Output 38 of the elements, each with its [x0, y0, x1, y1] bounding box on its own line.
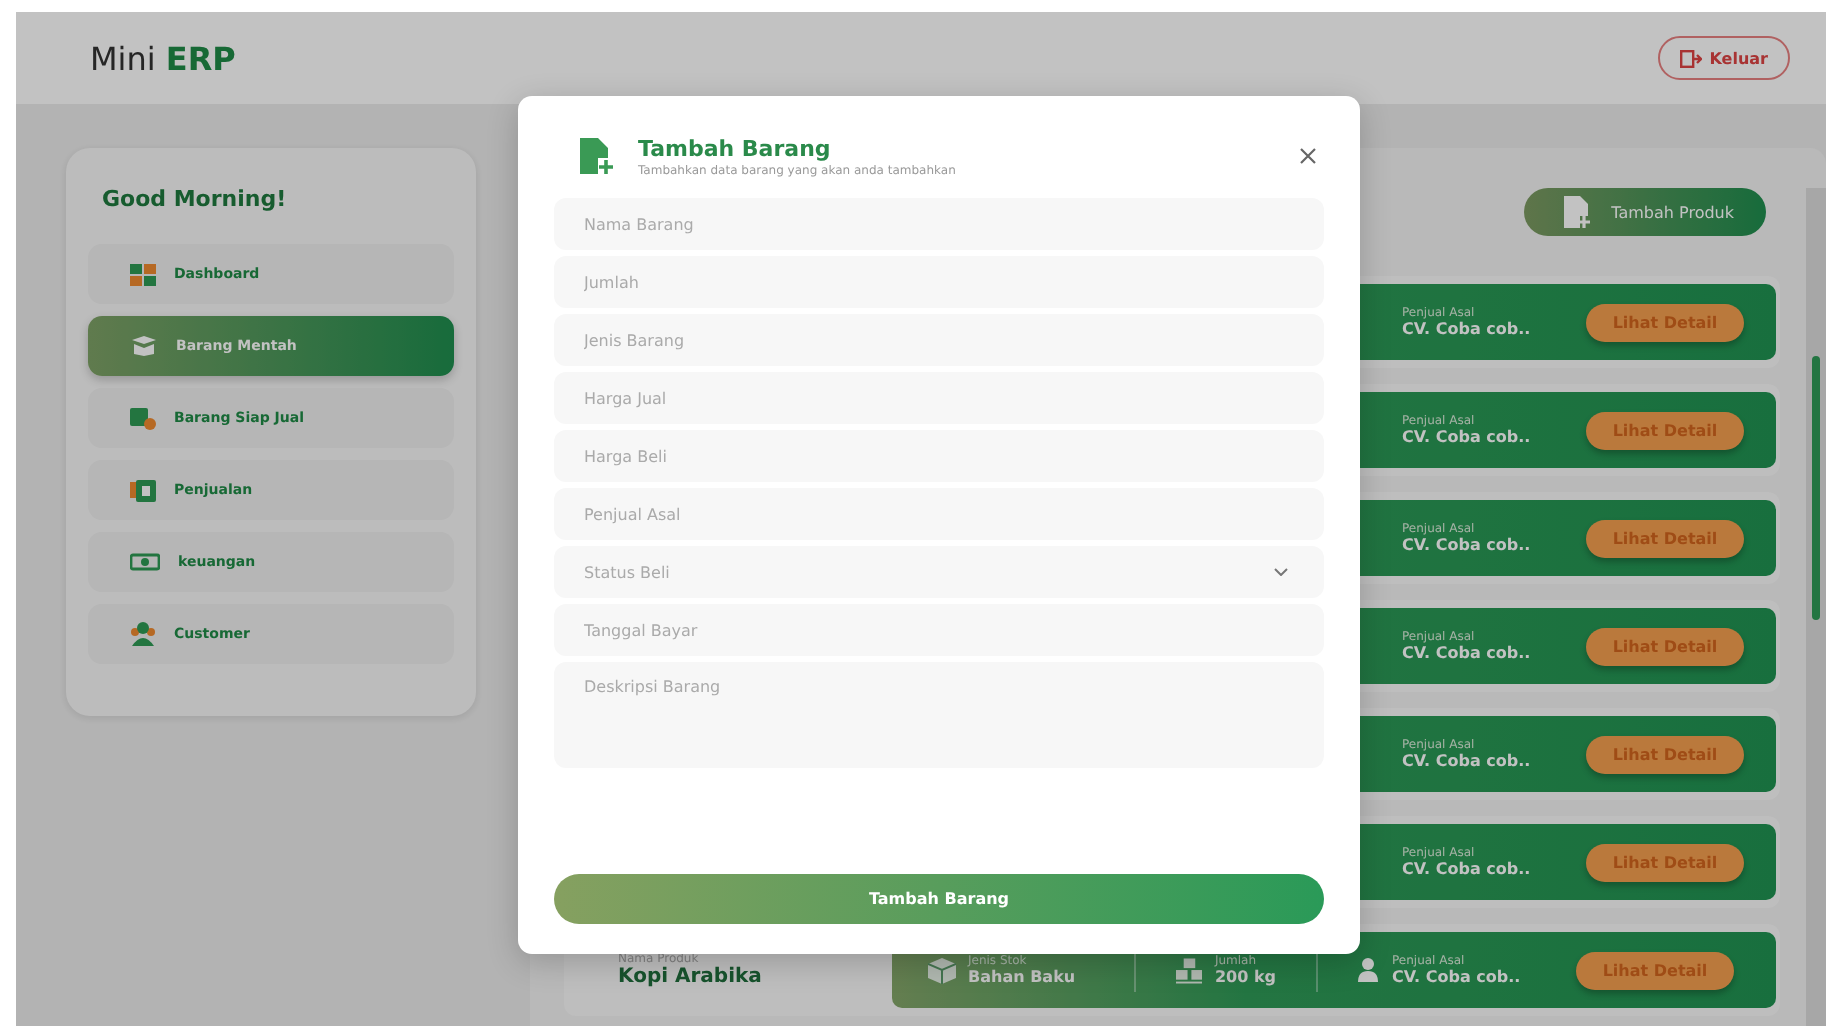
seller-value: CV. Coba cob..	[1402, 428, 1531, 446]
person-icon	[1358, 958, 1378, 982]
receipt-icon	[130, 479, 156, 501]
seller-value: CV. Coba cob..	[1402, 536, 1531, 554]
stock-type-value: Bahan Baku	[968, 968, 1076, 986]
dashboard-icon	[130, 263, 156, 285]
input-field[interactable]: Harga Beli	[554, 430, 1324, 482]
box-icon	[928, 957, 956, 983]
seller-value: CV. Coba cob..	[1402, 860, 1531, 878]
chevron-down-icon	[1274, 568, 1288, 576]
input-field[interactable]: Nama Barang	[554, 198, 1324, 250]
seller-value: CV. Coba cob..	[1392, 968, 1521, 986]
product-name: Kopi Arabika	[618, 966, 764, 988]
box-icon	[130, 336, 158, 356]
quantity-value: 200 kg	[1214, 968, 1276, 986]
dialog-title: Tambah Barang	[638, 135, 833, 161]
seller-value: CV. Coba cob..	[1402, 644, 1531, 662]
box-icon	[130, 406, 156, 430]
boxes-icon	[1176, 957, 1203, 983]
seller-value: CV. Coba cob..	[1402, 320, 1531, 338]
scrollbar[interactable]	[1806, 188, 1826, 1026]
user-group-icon	[130, 622, 156, 646]
close-icon[interactable]	[1300, 148, 1316, 164]
logout-icon	[1679, 49, 1702, 67]
seller-value: CV. Coba cob..	[1402, 752, 1531, 770]
greeting-text: Good Morning!	[102, 186, 289, 212]
input-field[interactable]: Harga Jual	[554, 372, 1324, 424]
dropdown-field[interactable]: Status Beli	[554, 546, 1324, 598]
app-logo-text: Mini ERP	[90, 39, 236, 77]
input-field[interactable]: Penjual Asal	[554, 488, 1324, 540]
submit-button[interactable]: Tambah Barang	[554, 874, 1324, 924]
document-add-icon	[1563, 196, 1592, 228]
logout-button[interactable]: Keluar	[1657, 36, 1790, 80]
cash-icon	[130, 552, 160, 572]
document-add-icon	[580, 138, 614, 174]
add-product-button[interactable]: Tambah Produk	[1523, 188, 1766, 236]
input-field[interactable]: Tanggal Bayar	[554, 604, 1324, 656]
text-area[interactable]: Deskripsi Barang	[554, 662, 1324, 768]
